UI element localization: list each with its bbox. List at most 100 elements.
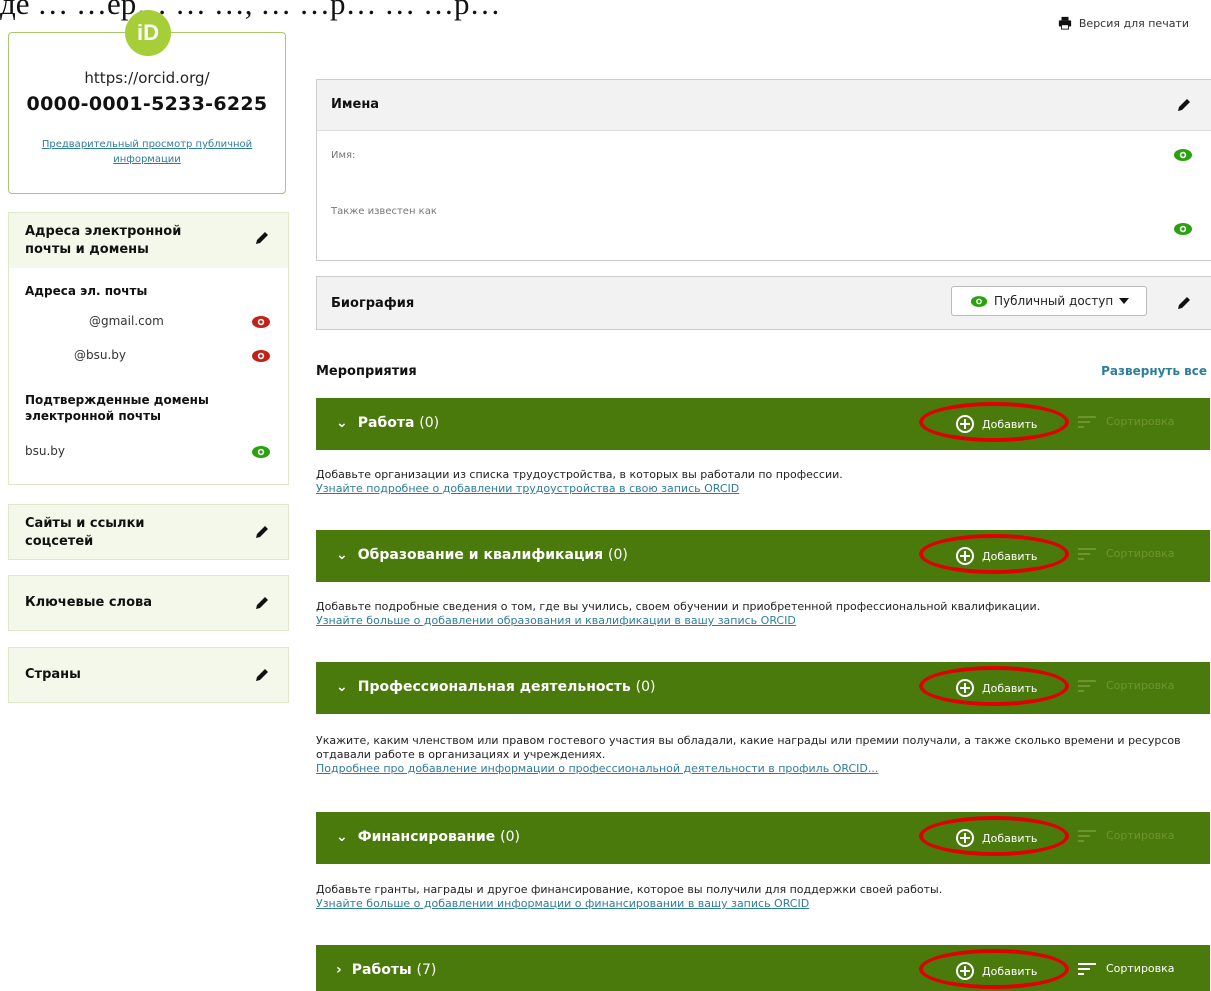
sort-icon <box>1078 547 1096 560</box>
names-panel-header: Имена <box>317 80 1211 131</box>
funding-section-bar[interactable]: ⌄ Финансирование (0) Добавить Сортировка <box>316 812 1210 864</box>
email-item: @gmail.com <box>89 314 164 328</box>
countries-title: Страны <box>25 667 81 682</box>
email-item: @bsu.by <box>74 348 127 362</box>
caret-down-icon <box>1119 298 1130 304</box>
orcid-url: https://orcid.org/ <box>84 69 210 87</box>
sort-label: Сортировка <box>1106 962 1175 975</box>
sort-label: Сортировка <box>1106 829 1175 842</box>
professional-activity-help-link[interactable]: Подробнее про добавление информации о пр… <box>316 762 1196 776</box>
names-title: Имена <box>331 97 380 112</box>
employment-help-link[interactable]: Узнайте подробнее о добавлении трудоустр… <box>316 482 1196 496</box>
education-help-link[interactable]: Узнайте больше о добавлении образования … <box>316 614 1196 628</box>
sort-button[interactable]: Сортировка <box>1078 547 1175 560</box>
keywords-section: Ключевые слова <box>8 575 289 631</box>
chevron-down-icon: ⌄ <box>336 547 348 563</box>
plus-circle-icon <box>956 962 974 980</box>
sort-label: Сортировка <box>1106 547 1175 560</box>
emails-label: Адреса эл. почты <box>25 284 148 298</box>
pencil-icon[interactable] <box>253 666 271 684</box>
plus-circle-icon <box>956 679 974 697</box>
sort-icon <box>1078 962 1096 975</box>
domains-label: Подтвержденные домены электронной почты <box>25 393 209 423</box>
biography-panel: Биография Публичный доступ <box>316 276 1211 330</box>
websites-title: Сайты и ссылки соцсетей <box>25 516 145 549</box>
sort-icon <box>1078 415 1096 428</box>
add-label: Добавить <box>982 681 1038 695</box>
domain-item: bsu.by <box>25 444 66 458</box>
orcid-number: 0000-0001-5233-6225 <box>26 93 268 115</box>
public-eye-icon[interactable] <box>1173 222 1193 236</box>
section-title: ⌄ Профессиональная деятельность (0) <box>336 679 656 695</box>
add-button[interactable]: Добавить <box>956 412 1037 436</box>
visibility-dropdown[interactable]: Публичный доступ <box>951 286 1147 316</box>
funding-help-link[interactable]: Узнайте больше о добавлении информации о… <box>316 897 1196 911</box>
cropped-caption: де … …ер… … …, … …р… … …р… <box>0 0 501 21</box>
public-preview-link[interactable]: Предварительный просмотр публичной инфор… <box>29 137 265 167</box>
pencil-icon[interactable] <box>1175 96 1193 114</box>
countries-section: Страны <box>8 647 289 703</box>
public-eye-icon[interactable] <box>251 445 271 459</box>
sort-button[interactable]: Сортировка <box>1078 829 1175 842</box>
pencil-icon[interactable] <box>253 229 271 247</box>
name-label: Имя: <box>331 150 356 161</box>
chevron-right-icon: › <box>336 962 342 978</box>
add-label: Добавить <box>982 831 1038 845</box>
education-section-bar[interactable]: ⌄ Образование и квалификация (0) Добавить… <box>316 530 1210 582</box>
names-panel: Имена Имя: Также известен как <box>316 79 1211 261</box>
chevron-down-icon: ⌄ <box>336 679 348 695</box>
add-label: Добавить <box>982 417 1038 431</box>
print-label: Версия для печати <box>1078 16 1189 30</box>
add-button[interactable]: Добавить <box>956 544 1037 568</box>
printer-icon <box>1058 16 1071 30</box>
expand-all-link[interactable]: Развернуть все <box>1101 364 1207 378</box>
plus-circle-icon <box>956 547 974 565</box>
pencil-icon[interactable] <box>253 523 271 541</box>
plus-circle-icon <box>956 415 974 433</box>
orcid-id-card: https://orcid.org/ 0000-0001-5233-6225 П… <box>8 32 286 194</box>
emails-section-title: Адреса электронной почты и домены <box>25 224 182 257</box>
sort-button[interactable]: Сортировка <box>1078 415 1175 428</box>
public-eye-icon[interactable] <box>1173 148 1193 162</box>
add-label: Добавить <box>982 964 1038 978</box>
private-eye-icon[interactable] <box>251 349 271 363</box>
sort-icon <box>1078 829 1096 842</box>
employment-section-bar[interactable]: ⌄ Работа (0) Добавить Сортировка <box>316 398 1210 450</box>
also-known-label: Также известен как <box>331 206 437 217</box>
add-button[interactable]: Добавить <box>956 959 1037 983</box>
emails-section-body: Адреса эл. почты @gmail.com @bsu.by Подт… <box>8 268 289 485</box>
sort-button[interactable]: Сортировка <box>1078 679 1175 692</box>
sort-label: Сортировка <box>1106 415 1175 428</box>
pencil-icon[interactable] <box>1175 294 1193 312</box>
pencil-icon[interactable] <box>253 594 271 612</box>
section-title: › Работы (7) <box>336 962 437 978</box>
chevron-down-icon: ⌄ <box>336 415 348 431</box>
section-title: ⌄ Образование и квалификация (0) <box>336 547 628 563</box>
print-version-link[interactable]: Версия для печати <box>1058 16 1189 30</box>
visibility-label: Публичный доступ <box>994 294 1114 308</box>
plus-circle-icon <box>956 829 974 847</box>
works-section-bar[interactable]: › Работы (7) Добавить Сортировка <box>316 945 1210 991</box>
emails-section-header: Адреса электронной почты и домены <box>8 212 289 270</box>
private-eye-icon[interactable] <box>251 315 271 329</box>
biography-title: Биография <box>331 296 415 311</box>
sort-label: Сортировка <box>1106 679 1175 692</box>
sort-icon <box>1078 679 1096 692</box>
add-button[interactable]: Добавить <box>956 826 1037 850</box>
funding-description: Добавьте гранты, награды и другое финанс… <box>316 883 1196 911</box>
websites-section: Сайты и ссылки соцсетей <box>8 504 289 560</box>
sort-button[interactable]: Сортировка <box>1078 962 1175 975</box>
activities-title: Мероприятия <box>316 364 417 379</box>
professional-activity-description: Укажите, каким членством или правом гост… <box>316 734 1196 776</box>
orcid-logo: iD <box>125 10 171 56</box>
section-title: ⌄ Финансирование (0) <box>336 829 520 845</box>
employment-description: Добавьте организации из списка трудоустр… <box>316 468 1196 496</box>
keywords-title: Ключевые слова <box>25 595 153 610</box>
public-eye-icon <box>970 295 988 307</box>
add-label: Добавить <box>982 549 1038 563</box>
education-description: Добавьте подробные сведения о том, где в… <box>316 600 1196 628</box>
add-button[interactable]: Добавить <box>956 676 1037 700</box>
professional-activity-section-bar[interactable]: ⌄ Профессиональная деятельность (0) Добав… <box>316 662 1210 714</box>
section-title: ⌄ Работа (0) <box>336 415 440 431</box>
chevron-down-icon: ⌄ <box>336 829 348 845</box>
